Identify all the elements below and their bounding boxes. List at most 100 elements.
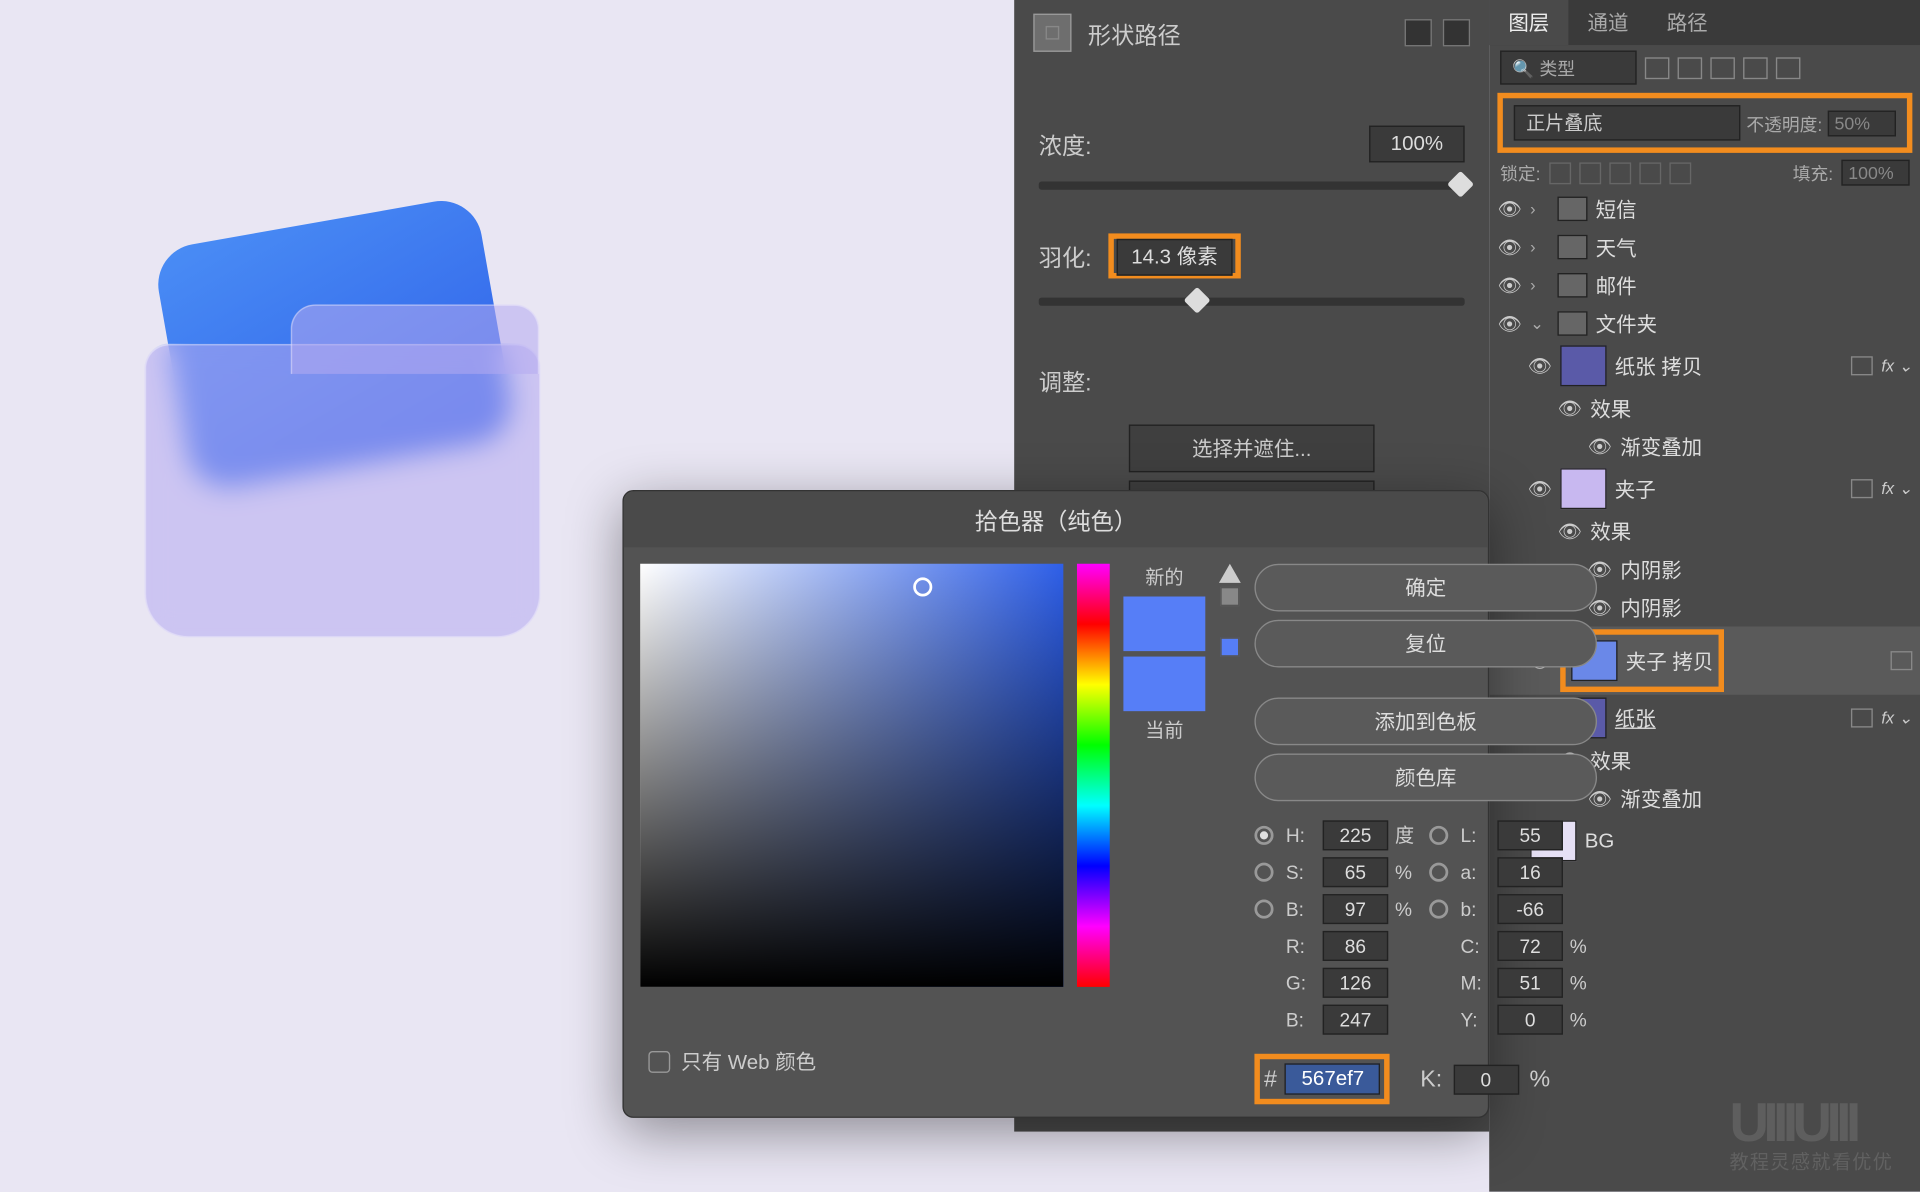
fx-icon[interactable]: fx ⌄	[1881, 479, 1912, 498]
a-input[interactable]	[1497, 857, 1563, 887]
current-color-label: 当前	[1145, 717, 1183, 744]
add-swatch-button[interactable]: 添加到色板	[1254, 698, 1597, 746]
h-input[interactable]	[1323, 820, 1389, 850]
current-color-swatch	[1123, 657, 1205, 712]
dialog-title: 拾色器（纯色）	[624, 491, 1488, 547]
lock-pixels-icon[interactable]	[1579, 162, 1601, 184]
opacity-label: 不透明度:	[1746, 110, 1822, 136]
chevron-right-icon[interactable]: ›	[1530, 276, 1549, 295]
gamut-warning-icon[interactable]	[1219, 564, 1241, 583]
layer-item[interactable]: 👁纸张 拷贝fx ⌄	[1489, 343, 1920, 389]
filter-shape-icon[interactable]	[1743, 57, 1768, 79]
chevron-right-icon[interactable]: ›	[1530, 238, 1549, 257]
feather-label: 羽化:	[1039, 239, 1092, 273]
fill-value[interactable]: 100%	[1841, 160, 1909, 186]
m-input[interactable]	[1497, 968, 1563, 998]
fill-label: 填充:	[1793, 160, 1833, 186]
ok-button[interactable]: 确定	[1254, 564, 1597, 612]
feather-slider[interactable]	[1039, 298, 1465, 306]
r-input[interactable]	[1323, 931, 1389, 961]
lock-all-icon[interactable]	[1669, 162, 1691, 184]
radio-l[interactable]	[1429, 826, 1448, 845]
mask-mode-icon[interactable]	[1405, 19, 1432, 46]
layer-group[interactable]: 👁›天气	[1489, 228, 1920, 266]
web-only-checkbox[interactable]	[648, 1050, 670, 1072]
link-icon[interactable]	[1851, 356, 1873, 375]
visibility-icon[interactable]: 👁	[1587, 435, 1612, 458]
visibility-icon[interactable]: 👁	[1497, 312, 1522, 335]
panel-title: 形状路径	[1088, 16, 1181, 50]
hex-label: #	[1264, 1065, 1277, 1092]
layer-group[interactable]: 👁›邮件	[1489, 266, 1920, 304]
density-value[interactable]: 100%	[1369, 126, 1465, 163]
radio-lab-b[interactable]	[1429, 900, 1448, 919]
s-input[interactable]	[1323, 857, 1389, 887]
link-icon[interactable]	[1891, 651, 1913, 670]
rgb-b-input[interactable]	[1323, 1005, 1389, 1035]
radio-h[interactable]	[1254, 826, 1273, 845]
color-library-button[interactable]: 颜色库	[1254, 753, 1597, 801]
tab-paths[interactable]: 路径	[1648, 0, 1727, 45]
blend-mode-select[interactable]: 正片叠底	[1514, 105, 1741, 140]
select-and-mask-button[interactable]: 选择并遮住...	[1129, 425, 1375, 473]
layer-thumbnail[interactable]	[1560, 468, 1606, 509]
mask-select-icon[interactable]	[1443, 19, 1470, 46]
tab-channels[interactable]: 通道	[1568, 0, 1647, 45]
radio-s[interactable]	[1254, 863, 1273, 882]
lock-artboard-icon[interactable]	[1639, 162, 1661, 184]
visibility-icon[interactable]: 👁	[1527, 354, 1552, 377]
chevron-right-icon[interactable]: ›	[1530, 199, 1549, 218]
hue-slider[interactable]	[1077, 564, 1110, 987]
density-slider[interactable]	[1039, 182, 1465, 190]
chevron-down-icon[interactable]: ⌄	[1530, 314, 1549, 333]
lock-transparency-icon[interactable]	[1549, 162, 1571, 184]
layer-item[interactable]: 👁夹子fx ⌄	[1489, 465, 1920, 511]
tab-layers[interactable]: 图层	[1489, 0, 1568, 45]
layer-group[interactable]: 👁›短信	[1489, 190, 1920, 228]
visibility-icon[interactable]: 👁	[1497, 235, 1522, 258]
layer-thumbnail[interactable]	[1560, 345, 1606, 386]
color-cursor[interactable]	[913, 577, 932, 596]
radio-b[interactable]	[1254, 900, 1273, 919]
lock-label: 锁定:	[1500, 160, 1540, 186]
visibility-icon[interactable]: 👁	[1557, 519, 1582, 542]
g-input[interactable]	[1323, 968, 1389, 998]
saturation-brightness-field[interactable]	[640, 564, 1063, 987]
opacity-value[interactable]: 50%	[1828, 110, 1896, 136]
filter-adjust-icon[interactable]	[1678, 57, 1703, 79]
lock-position-icon[interactable]	[1609, 162, 1631, 184]
radio-a[interactable]	[1429, 863, 1448, 882]
fx-icon[interactable]: fx ⌄	[1881, 356, 1912, 375]
feather-value[interactable]: 14.3 像素	[1116, 239, 1233, 276]
filter-smart-icon[interactable]	[1776, 57, 1801, 79]
visibility-icon[interactable]: 👁	[1497, 197, 1522, 220]
cube-icon[interactable]	[1220, 587, 1239, 606]
layer-effect[interactable]: 👁效果	[1489, 512, 1920, 550]
b-input[interactable]	[1323, 894, 1389, 924]
l-input[interactable]	[1497, 820, 1563, 850]
filter-type-icon[interactable]	[1710, 57, 1735, 79]
link-icon[interactable]	[1851, 708, 1873, 727]
fx-icon[interactable]: fx ⌄	[1881, 708, 1912, 727]
web-safe-swatch[interactable]	[1220, 637, 1239, 656]
reset-button[interactable]: 复位	[1254, 620, 1597, 668]
k-input[interactable]	[1453, 1064, 1519, 1094]
layer-effect[interactable]: 👁渐变叠加	[1489, 427, 1920, 465]
hex-input[interactable]	[1285, 1063, 1381, 1094]
visibility-icon[interactable]: 👁	[1527, 477, 1552, 500]
lab-b-input[interactable]	[1497, 894, 1563, 924]
filter-pixel-icon[interactable]	[1645, 57, 1670, 79]
artwork-folder	[145, 344, 541, 637]
layer-filter-select[interactable]: 🔍 类型	[1500, 51, 1637, 85]
folder-open-icon	[1557, 311, 1587, 336]
link-icon[interactable]	[1851, 479, 1873, 498]
layer-group[interactable]: 👁⌄文件夹	[1489, 304, 1920, 342]
density-label: 浓度:	[1039, 127, 1092, 161]
c-input[interactable]	[1497, 931, 1563, 961]
visibility-icon[interactable]: 👁	[1557, 397, 1582, 420]
layer-effect[interactable]: 👁效果	[1489, 389, 1920, 427]
adjust-label: 调整:	[1039, 363, 1092, 397]
visibility-icon[interactable]: 👁	[1497, 274, 1522, 297]
mask-thumbnail[interactable]	[1033, 14, 1071, 52]
y-input[interactable]	[1497, 1005, 1563, 1035]
